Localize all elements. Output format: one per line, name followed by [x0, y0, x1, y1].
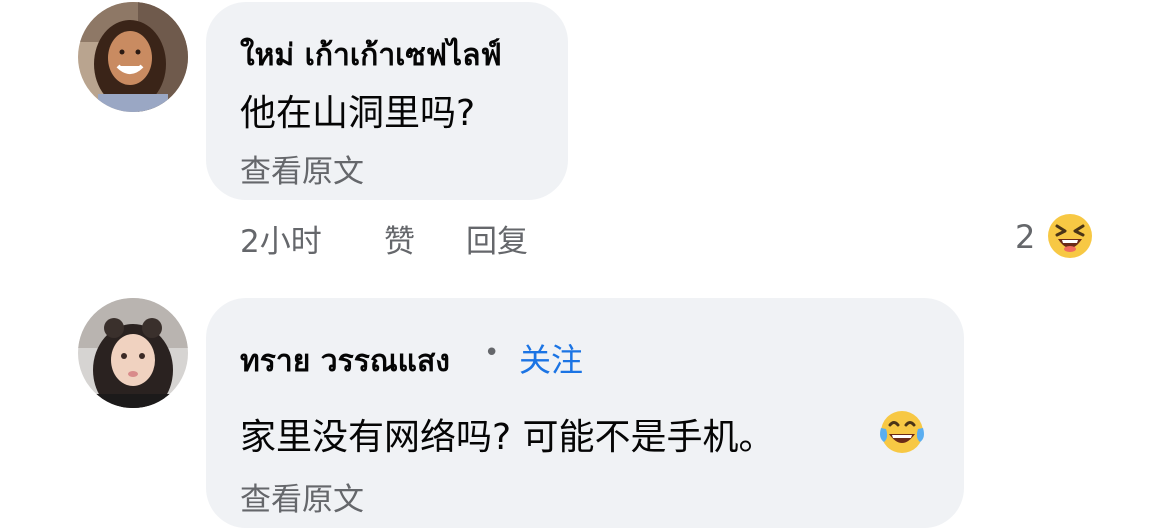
comment-text: 他在山洞里吗?: [240, 93, 476, 134]
comment-bubble: ทราย วรรณแสง • 关注 家里没有网络吗? 可能不是手机。 查看原文: [206, 298, 964, 528]
comment-bubble: ใหม่ เก้าเก้าเซฟไลฟ์ 他在山洞里吗? 查看原文: [206, 2, 568, 200]
comment-time: 2小时: [240, 224, 322, 260]
comment-text-content: 家里没有网络吗? 可能不是手机。: [240, 417, 775, 458]
see-original-link[interactable]: 查看原文: [240, 146, 364, 191]
avatar[interactable]: [78, 2, 188, 112]
follow-button[interactable]: 关注: [519, 335, 583, 381]
comment-author[interactable]: ใหม่ เก้าเก้าเซฟไลฟ์: [240, 32, 502, 79]
comment: ใหม่ เก้าเก้าเซฟไลฟ์ 他在山洞里吗? 查看原文 2小时 赞 …: [0, 0, 1170, 280]
tears-of-joy-emoji-icon: [876, 408, 928, 460]
laughing-squint-emoji-icon[interactable]: [1046, 212, 1094, 264]
comment: ทราย วรรณแสง • 关注 家里没有网络吗? 可能不是手机。 查看原文: [0, 290, 1170, 528]
avatar[interactable]: [78, 298, 188, 408]
reply-button[interactable]: 回复: [466, 216, 528, 261]
see-original-link[interactable]: 查看原文: [240, 474, 364, 519]
like-button[interactable]: 赞: [384, 216, 415, 261]
separator-dot: •: [484, 338, 500, 368]
reaction-count[interactable]: 2: [1015, 218, 1035, 256]
comment-text: 家里没有网络吗? 可能不是手机。: [240, 408, 775, 460]
comment-author[interactable]: ทราย วรรณแสง: [240, 338, 450, 385]
